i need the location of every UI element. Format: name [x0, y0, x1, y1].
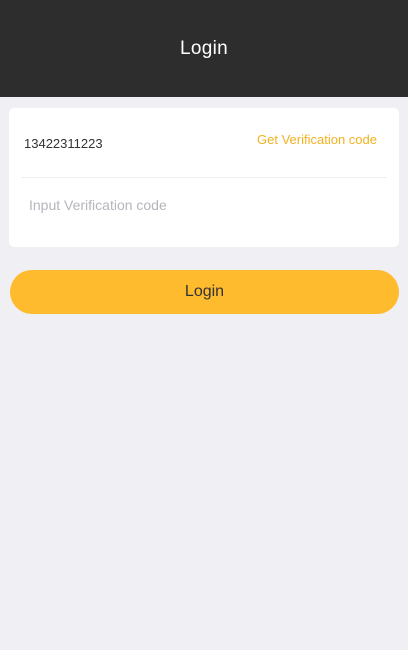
form-divider — [21, 177, 387, 178]
page-title: Login — [180, 37, 228, 59]
login-form-card: 13422311223 Get Verification code — [9, 108, 399, 247]
phone-number-value: 13422311223 — [24, 136, 103, 151]
verification-code-input[interactable] — [21, 192, 397, 218]
login-button[interactable]: Login — [10, 270, 399, 314]
get-verification-code-link[interactable]: Get Verification code — [257, 132, 377, 147]
phone-row: 13422311223 Get Verification code — [9, 108, 399, 178]
login-screen: Login 13422311223 Get Verification code … — [0, 0, 408, 650]
nav-header: Login — [0, 0, 408, 97]
